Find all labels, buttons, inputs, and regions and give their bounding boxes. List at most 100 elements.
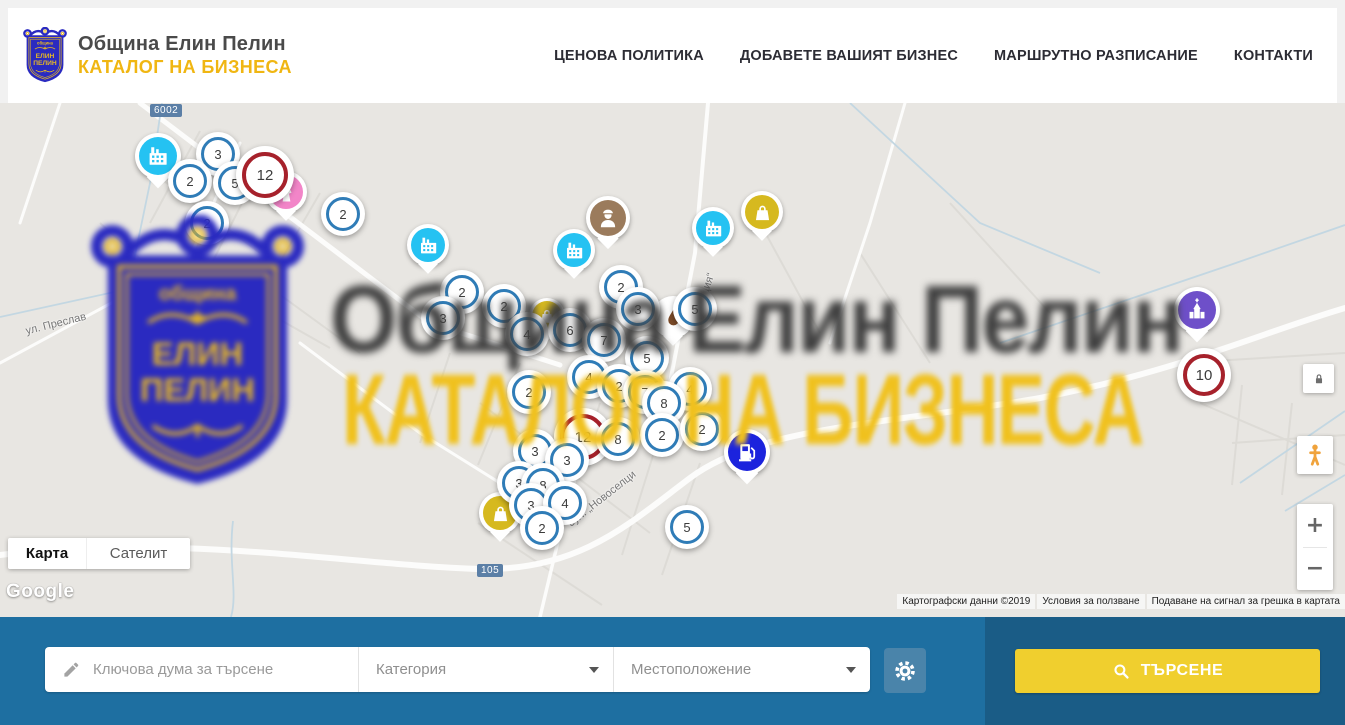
cluster-count: 8 xyxy=(614,432,621,447)
category-dropdown-label: Категория xyxy=(376,661,446,678)
cluster-marker[interactable]: 2 xyxy=(507,370,551,414)
main-nav: ЦЕНОВА ПОЛИТИКА ДОБАВЕТЕ ВАШИЯТ БИЗНЕС М… xyxy=(554,48,1313,64)
site-header: община ЕЛИН ПЕЛИН Община Елин Пелин КАТА… xyxy=(8,8,1337,103)
map-type-map-button[interactable]: Карта xyxy=(8,538,86,569)
church-icon xyxy=(1183,296,1211,324)
zoom-control: + − xyxy=(1297,504,1333,590)
cluster-count: 3 xyxy=(439,311,446,326)
cluster-marker[interactable]: 3 xyxy=(616,287,660,331)
attribution-report-error-link[interactable]: Подаване на сигнал за грешка в картата xyxy=(1147,594,1345,609)
category-pin-bag[interactable] xyxy=(741,191,783,233)
logo-name-1: ЕЛИН xyxy=(36,53,55,60)
search-input-group: Категория Местоположение xyxy=(45,647,870,692)
pencil-icon xyxy=(62,660,81,679)
brand[interactable]: община ЕЛИН ПЕЛИН Община Елин Пелин КАТА… xyxy=(22,27,292,84)
category-pin-fuel[interactable] xyxy=(724,429,770,475)
chevron-down-icon xyxy=(589,667,599,673)
cluster-marker[interactable]: 4 xyxy=(505,312,549,356)
map-type-switcher: Карта Сателит xyxy=(8,538,190,569)
attribution-copyright: Картографски данни ©2019 xyxy=(897,594,1035,609)
nav-item-contacts[interactable]: КОНТАКТИ xyxy=(1234,48,1313,64)
attribution-terms-link[interactable]: Условия за ползване xyxy=(1037,594,1144,609)
cluster-count: 2 xyxy=(615,379,622,394)
logo-name-2: ПЕЛИН xyxy=(33,60,57,67)
cluster-count: 2 xyxy=(658,428,665,443)
google-logo[interactable]: Google xyxy=(6,581,74,603)
nav-item-add-business[interactable]: ДОБАВЕТЕ ВАШИЯТ БИЗНЕС xyxy=(740,48,958,64)
cluster-marker[interactable]: 2 xyxy=(168,159,212,203)
cluster-count: 2 xyxy=(458,285,465,300)
search-button-label: ТЪРСЕНЕ xyxy=(1141,662,1224,680)
category-pin-factory[interactable] xyxy=(692,207,734,249)
zoom-in-button[interactable]: + xyxy=(1297,505,1333,547)
cluster-count: 5 xyxy=(691,302,698,317)
cluster-marker[interactable]: 10 xyxy=(1177,348,1231,402)
keyword-search-input[interactable] xyxy=(93,661,343,678)
cluster-count: 10 xyxy=(1196,367,1213,384)
cluster-count: 2 xyxy=(698,422,705,437)
municipality-logo-icon: община ЕЛИН ПЕЛИН xyxy=(22,27,68,84)
cluster-marker[interactable]: 2 xyxy=(680,407,724,451)
cluster-count: 2 xyxy=(339,207,346,222)
map-attribution: Картографски данни ©2019 Условия за полз… xyxy=(897,594,1345,609)
cluster-count: 3 xyxy=(634,302,641,317)
cluster-count: 4 xyxy=(523,327,530,342)
factory-icon xyxy=(144,142,172,170)
keyword-section xyxy=(45,647,358,692)
cluster-count: 3 xyxy=(531,444,538,459)
cluster-count: 2 xyxy=(538,521,545,536)
bag-icon xyxy=(750,200,775,225)
cluster-marker[interactable]: 2 xyxy=(640,413,684,457)
cluster-marker[interactable]: 8 xyxy=(596,417,640,461)
factory-icon xyxy=(562,238,587,263)
search-bar: Категория Местоположение ТЪРСЕНЕ xyxy=(0,617,1345,725)
advanced-search-button[interactable] xyxy=(884,648,926,693)
fuel-icon xyxy=(733,438,761,466)
nav-item-route-schedule[interactable]: МАРШРУТНО РАЗПИСАНИЕ xyxy=(994,48,1198,64)
cluster-marker[interactable]: 2 xyxy=(321,192,365,236)
worker-icon xyxy=(595,205,621,231)
cluster-count: 5 xyxy=(683,520,690,535)
cluster-count: 5 xyxy=(643,351,650,366)
cluster-marker[interactable]: 5 xyxy=(673,287,717,331)
cluster-marker[interactable]: 2 xyxy=(520,506,564,550)
cluster-marker[interactable]: 12 xyxy=(236,146,294,204)
cluster-count: 2 xyxy=(500,299,507,314)
nav-item-pricing[interactable]: ЦЕНОВА ПОЛИТИКА xyxy=(554,48,704,64)
road-number-badge: 105 xyxy=(477,564,503,577)
map-canvas[interactable]: 6002105ул. Преславбул. „Новоселциция“ 32… xyxy=(0,103,1345,617)
pegman-icon xyxy=(1304,442,1326,468)
category-pin-worker[interactable] xyxy=(586,196,630,240)
road-number-badge: 6002 xyxy=(150,104,182,117)
pegman-control[interactable] xyxy=(1297,436,1333,474)
cluster-count: 4 xyxy=(561,496,568,511)
brand-subtitle: КАТАЛОГ НА БИЗНЕСА xyxy=(78,57,292,78)
lock-icon xyxy=(1312,372,1326,386)
category-pin-factory[interactable] xyxy=(407,224,449,266)
cluster-count: 2 xyxy=(525,385,532,400)
brand-title: Община Елин Пелин xyxy=(78,33,292,56)
cluster-marker[interactable]: 5 xyxy=(665,505,709,549)
factory-icon xyxy=(701,216,726,241)
search-button[interactable]: ТЪРСЕНЕ xyxy=(1015,649,1320,693)
location-dropdown[interactable]: Местоположение xyxy=(613,647,870,692)
street-view-lock-button[interactable] xyxy=(1303,364,1334,393)
location-dropdown-label: Местоположение xyxy=(631,661,751,678)
gear-icon xyxy=(893,659,917,683)
category-dropdown[interactable]: Категория xyxy=(358,647,613,692)
cluster-count: 7 xyxy=(600,333,607,348)
chevron-down-icon xyxy=(846,667,856,673)
cluster-marker[interactable]: 3 xyxy=(421,296,465,340)
category-pin-factory[interactable] xyxy=(553,229,595,271)
cluster-marker[interactable]: 2 xyxy=(185,201,229,245)
factory-icon xyxy=(416,233,441,258)
cluster-count: 4 xyxy=(686,382,693,397)
cluster-count: 4 xyxy=(585,370,592,385)
cluster-count: 2 xyxy=(203,216,210,231)
category-pin-church[interactable] xyxy=(1174,287,1220,333)
zoom-out-button[interactable]: − xyxy=(1297,548,1333,590)
map-type-satellite-button[interactable]: Сателит xyxy=(86,538,190,569)
cluster-count: 6 xyxy=(566,323,573,338)
cluster-count: 2 xyxy=(186,174,193,189)
logo-top-word: община xyxy=(37,40,54,45)
